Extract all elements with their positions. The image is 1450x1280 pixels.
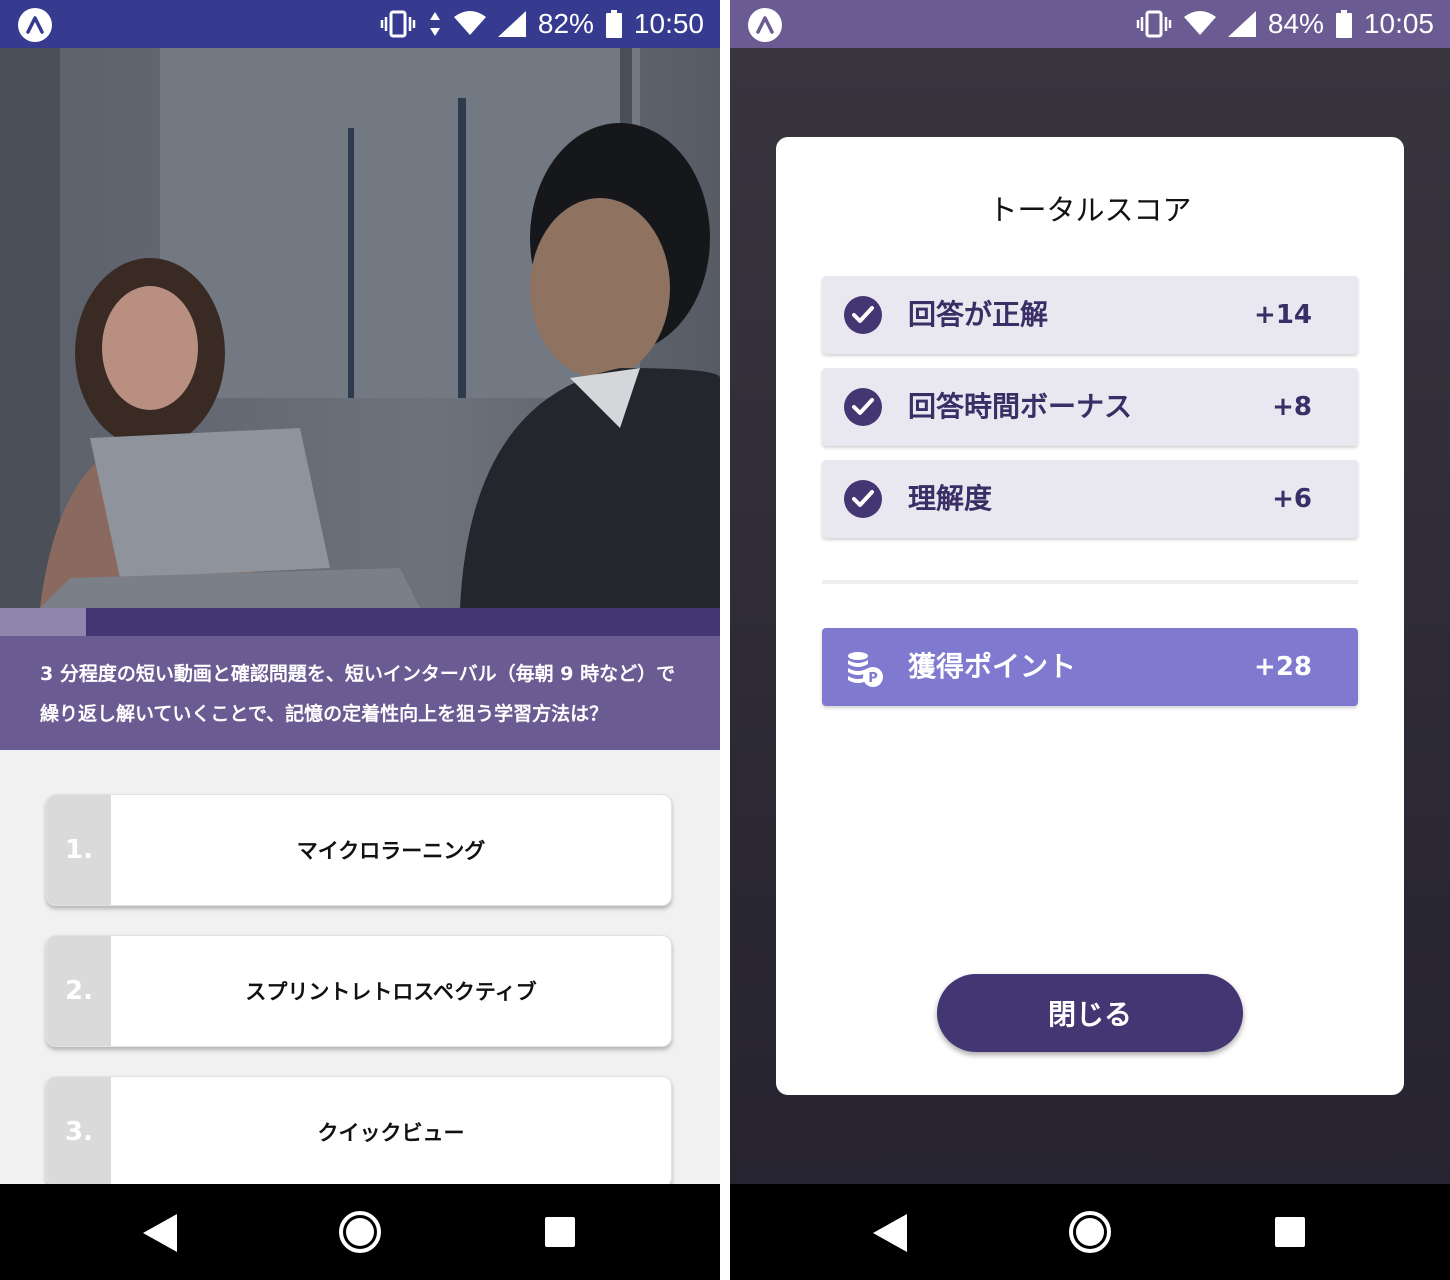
app-logo-icon <box>748 8 782 42</box>
battery-percent: 84% <box>1267 8 1324 39</box>
progress-bar <box>0 608 720 636</box>
clock: 10:50 <box>633 8 704 39</box>
system-nav-bar <box>730 1184 1450 1280</box>
recents-icon[interactable] <box>1275 1217 1305 1247</box>
data-arrows-icon <box>428 10 442 38</box>
score-screen: 84% 10:05 トータルスコア 回答が正解 +14 回答時間ボーナス +8 … <box>730 0 1450 1280</box>
check-circle-icon <box>844 480 882 518</box>
close-button[interactable]: 閉じる <box>937 974 1243 1052</box>
points-label: 獲得ポイント <box>908 650 1077 683</box>
back-icon[interactable] <box>873 1214 907 1252</box>
choice-label: マイクロラーニング <box>296 839 486 863</box>
score-row-value: +6 <box>1272 484 1312 514</box>
choice-number: 1. <box>47 795 111 905</box>
signal-icon <box>1227 11 1256 37</box>
choice-number: 3. <box>47 1077 111 1187</box>
card-title: トータルスコア <box>988 193 1192 227</box>
home-icon[interactable] <box>1068 1210 1112 1254</box>
battery-icon <box>1335 10 1352 38</box>
score-row-understanding: 理解度 +6 <box>822 460 1358 538</box>
battery-percent: 82% <box>537 8 594 39</box>
choice-number: 2. <box>47 936 111 1046</box>
score-row-label: 回答時間ボーナス <box>908 390 1133 423</box>
wifi-icon <box>453 11 486 37</box>
check-circle-icon <box>844 388 882 426</box>
battery-icon <box>605 10 622 38</box>
choice-option-3[interactable]: 3. クイックビュー <box>46 1076 672 1188</box>
vibrate-icon <box>1136 10 1172 38</box>
wifi-icon <box>1183 11 1216 37</box>
score-row-time-bonus: 回答時間ボーナス +8 <box>822 368 1358 446</box>
coins-icon: P <box>848 652 883 687</box>
divider <box>822 580 1358 584</box>
question-text: 3 分程度の短い動画と確認問題を、短いインターバル（毎朝 9 時など）で繰り返し… <box>0 636 720 750</box>
check-circle-icon <box>844 296 882 334</box>
score-row-value: +14 <box>1254 300 1312 330</box>
progress-bar-fill <box>0 608 87 636</box>
vibrate-icon <box>380 10 416 38</box>
points-row: P 獲得ポイント +28 <box>822 628 1358 706</box>
hero-image <box>0 48 720 608</box>
score-row-label: 理解度 <box>908 482 993 515</box>
score-row-correct: 回答が正解 +14 <box>822 276 1358 354</box>
clock: 10:05 <box>1363 8 1434 39</box>
back-icon[interactable] <box>143 1214 177 1252</box>
signal-icon <box>497 11 526 37</box>
points-value: +28 <box>1254 652 1312 682</box>
recents-icon[interactable] <box>545 1217 575 1247</box>
app-logo-icon <box>18 8 52 42</box>
system-nav-bar <box>0 1184 720 1280</box>
score-card: トータルスコア 回答が正解 +14 回答時間ボーナス +8 理解度 +6 P 獲… <box>776 137 1404 1095</box>
score-row-label: 回答が正解 <box>908 298 1049 331</box>
choice-label: スプリントレトロスペクティブ <box>245 980 537 1004</box>
svg-text:P: P <box>868 671 878 686</box>
home-icon[interactable] <box>338 1210 382 1254</box>
choice-label: クイックビュー <box>317 1121 465 1145</box>
choice-option-2[interactable]: 2. スプリントレトロスペクティブ <box>46 935 672 1047</box>
choice-option-1[interactable]: 1. マイクロラーニング <box>46 794 672 906</box>
status-bar: 84% 10:05 <box>730 0 1450 48</box>
quiz-screen: 82% 10:50 3 分程度の短い動画と確認問題を、短いインターバル（毎朝 9… <box>0 0 720 1280</box>
status-bar: 82% 10:50 <box>0 0 720 48</box>
score-row-value: +8 <box>1272 392 1312 422</box>
